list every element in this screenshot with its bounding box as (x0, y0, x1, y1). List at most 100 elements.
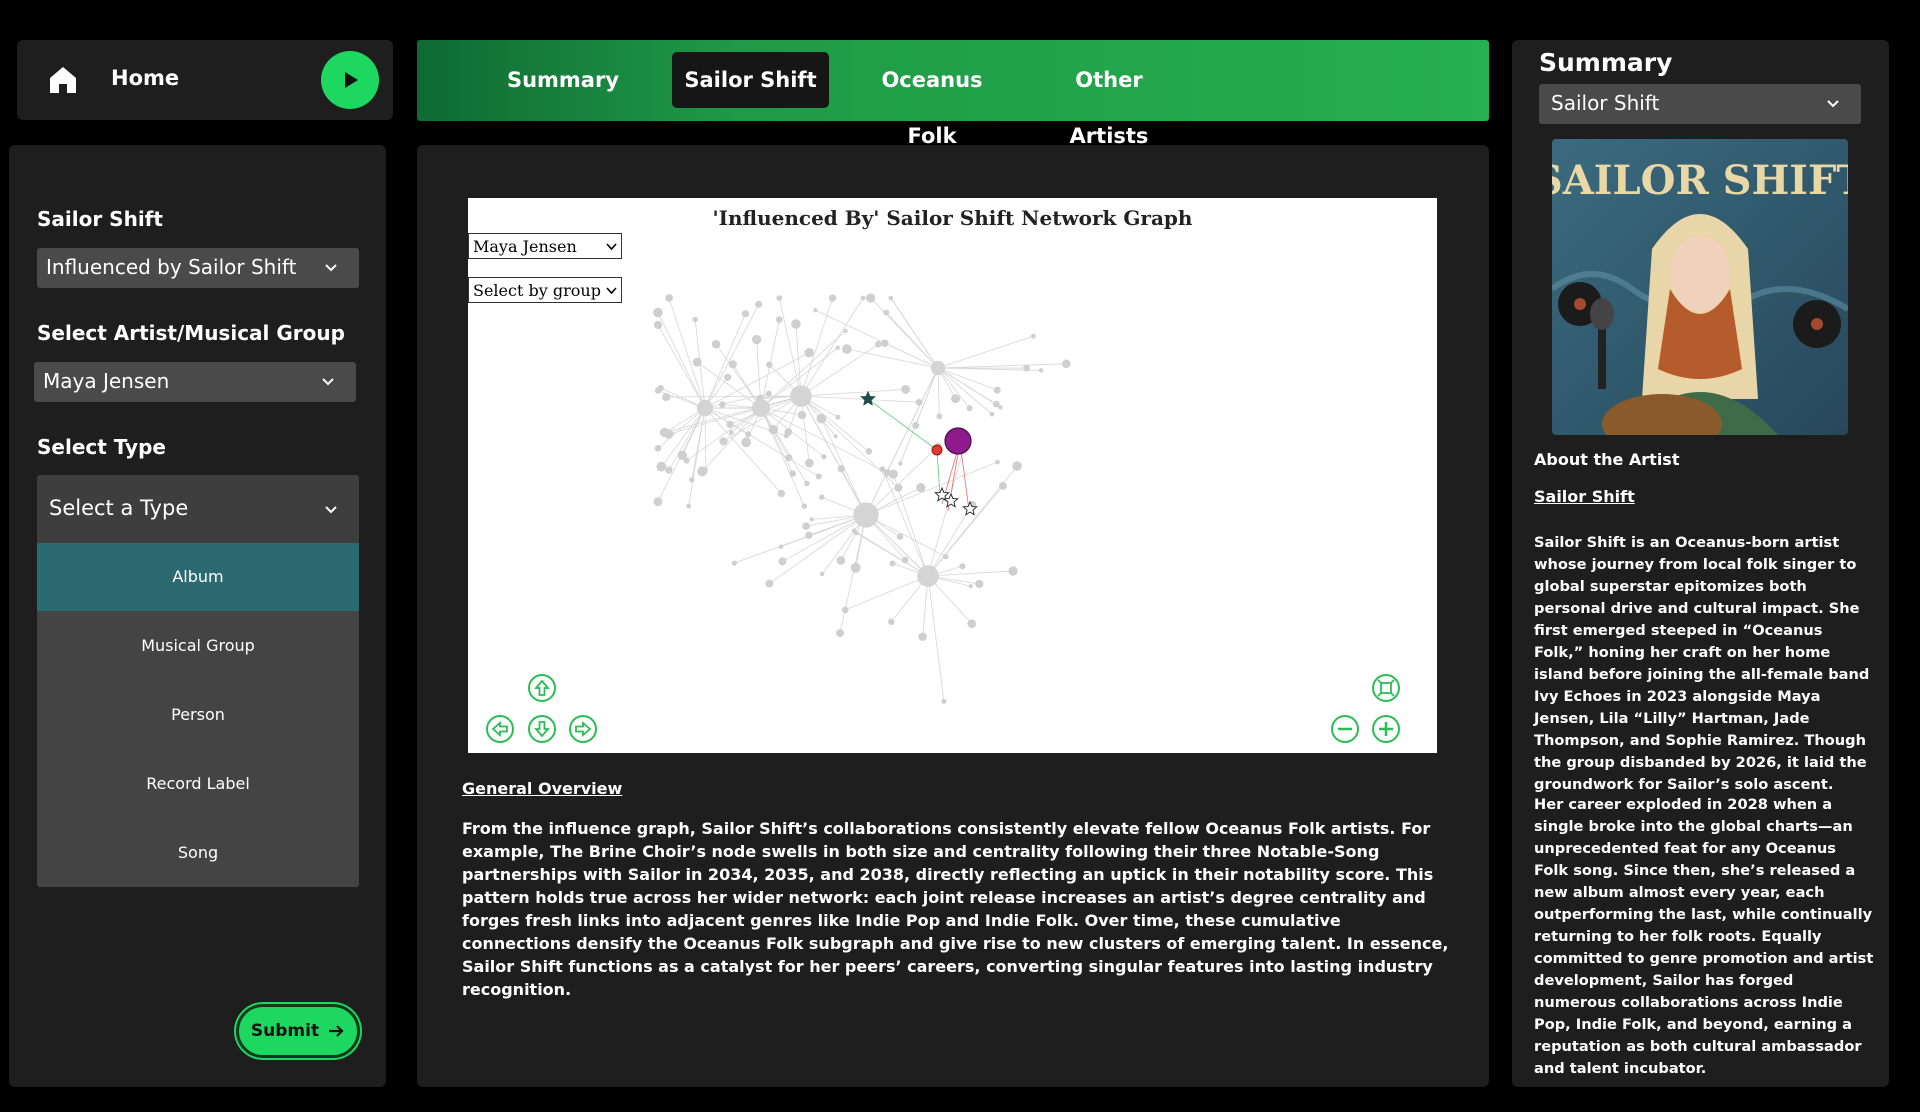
graph-node (828, 294, 837, 302)
graph-node (1038, 368, 1044, 373)
graph-node (791, 319, 801, 329)
graph-node (896, 533, 904, 540)
graph-node (1012, 461, 1022, 471)
tab-summary[interactable]: Summary (503, 52, 623, 108)
section-label-sailor-shift: Sailor Shift (37, 207, 163, 231)
graph-node (719, 401, 726, 408)
graph-edge (853, 530, 929, 577)
graph-node (821, 454, 827, 460)
graph-node (724, 373, 732, 381)
arrow-right-icon (329, 1025, 344, 1037)
play-button[interactable] (321, 51, 379, 109)
graph-node (843, 328, 848, 334)
graph-node (942, 553, 949, 560)
graph-node (865, 448, 873, 455)
graph-hub-node (930, 360, 946, 376)
graph-node (662, 392, 671, 402)
graph-hub-node (696, 399, 714, 417)
group-select[interactable]: Select by group (468, 277, 622, 303)
graph-node (837, 465, 846, 473)
graph-node (901, 556, 909, 564)
graph-node (995, 459, 1000, 465)
graph-node (966, 405, 973, 412)
graph-node (819, 494, 825, 500)
type-option-song[interactable]: Song (37, 819, 359, 887)
type-placeholder: Select a Type (49, 496, 189, 520)
type-option-person[interactable]: Person (37, 681, 359, 749)
graph-node (842, 344, 852, 354)
graph-node (841, 606, 849, 614)
album-art-title: SAILOR SHIFT (1552, 157, 1848, 204)
graph-node (1030, 333, 1036, 339)
graph-node (804, 458, 814, 468)
graph-edges (657, 297, 1067, 702)
tab-sailor-shift[interactable]: Sailor Shift (672, 52, 829, 108)
graph-node (959, 563, 966, 570)
home-link[interactable]: Home (111, 66, 179, 90)
highlight-star-node (943, 492, 959, 508)
graph-node (989, 411, 995, 417)
pan-left-icon[interactable] (485, 714, 515, 744)
node-select-value: Maya Jensen (473, 237, 577, 256)
graph-node (998, 405, 1003, 410)
graph-hub-node (752, 399, 770, 417)
graph-node (813, 308, 818, 313)
graph-node (804, 480, 810, 487)
fit-view-icon[interactable] (1371, 673, 1401, 703)
graph-node (741, 310, 750, 318)
graph-edge (800, 388, 906, 397)
graph-edge (704, 407, 707, 470)
tab-oceanus-folk[interactable]: Oceanus Folk (857, 52, 1007, 148)
graph-edge (886, 312, 939, 369)
graph-node (901, 384, 911, 394)
home-icon[interactable] (47, 64, 79, 96)
graph-node (776, 295, 783, 301)
zoom-in-icon[interactable] (1371, 714, 1401, 744)
type-option-record-label[interactable]: Record Label (37, 750, 359, 818)
graph-node (889, 560, 896, 567)
graph-node (766, 361, 773, 368)
graph-node (719, 437, 728, 446)
graph-edge (865, 514, 929, 577)
highlight-node-selected (944, 427, 972, 455)
chevron-down-icon (606, 287, 617, 295)
pan-right-icon[interactable] (568, 714, 598, 744)
submit-button[interactable]: Submit (236, 1004, 360, 1058)
graph-node (918, 632, 927, 642)
summary-panel: Summary Sailor Shift SAILOR SHIFT About … (1512, 40, 1889, 1087)
pan-down-icon[interactable] (527, 714, 557, 744)
type-option-album[interactable]: Album (37, 543, 359, 611)
submit-label: Submit (250, 1021, 320, 1041)
network-graph[interactable]: 'Influenced By' Sailor Shift Network Gra… (468, 198, 1437, 753)
influence-mode-select[interactable]: Influenced by Sailor Shift (37, 248, 359, 288)
artist-select[interactable]: Maya Jensen (34, 362, 356, 402)
zoom-out-icon[interactable] (1330, 714, 1360, 744)
chevron-down-icon (322, 378, 334, 386)
graph-edge (937, 367, 940, 417)
chevron-down-icon (325, 506, 337, 514)
graph-node (765, 390, 772, 397)
album-art: SAILOR SHIFT (1552, 139, 1848, 435)
graph-hub-node (790, 385, 812, 407)
chevron-down-icon (325, 264, 337, 272)
graph-edge (800, 297, 864, 397)
graph-hub-node (853, 502, 879, 528)
graph-edge (800, 395, 920, 403)
type-select[interactable]: Select a Type (37, 475, 359, 543)
artist-select-value: Maya Jensen (43, 369, 170, 393)
graph-edge (890, 297, 939, 369)
artist-name-link[interactable]: Sailor Shift (1534, 487, 1635, 506)
artist-summary-select[interactable]: Sailor Shift (1539, 84, 1861, 124)
tab-other-artists[interactable]: Other Artists (1034, 52, 1184, 148)
album-art-image: SAILOR SHIFT (1552, 139, 1848, 435)
graph-node (778, 557, 787, 566)
graph-node (689, 477, 695, 483)
type-option-musical-group[interactable]: Musical Group (37, 612, 359, 680)
graph-node (802, 522, 810, 530)
graph-node (967, 619, 977, 628)
pan-up-icon[interactable] (527, 673, 557, 703)
graph-node (816, 413, 827, 424)
highlight-node-red (931, 444, 943, 456)
node-select[interactable]: Maya Jensen (468, 233, 622, 259)
about-title: About the Artist (1534, 450, 1680, 469)
